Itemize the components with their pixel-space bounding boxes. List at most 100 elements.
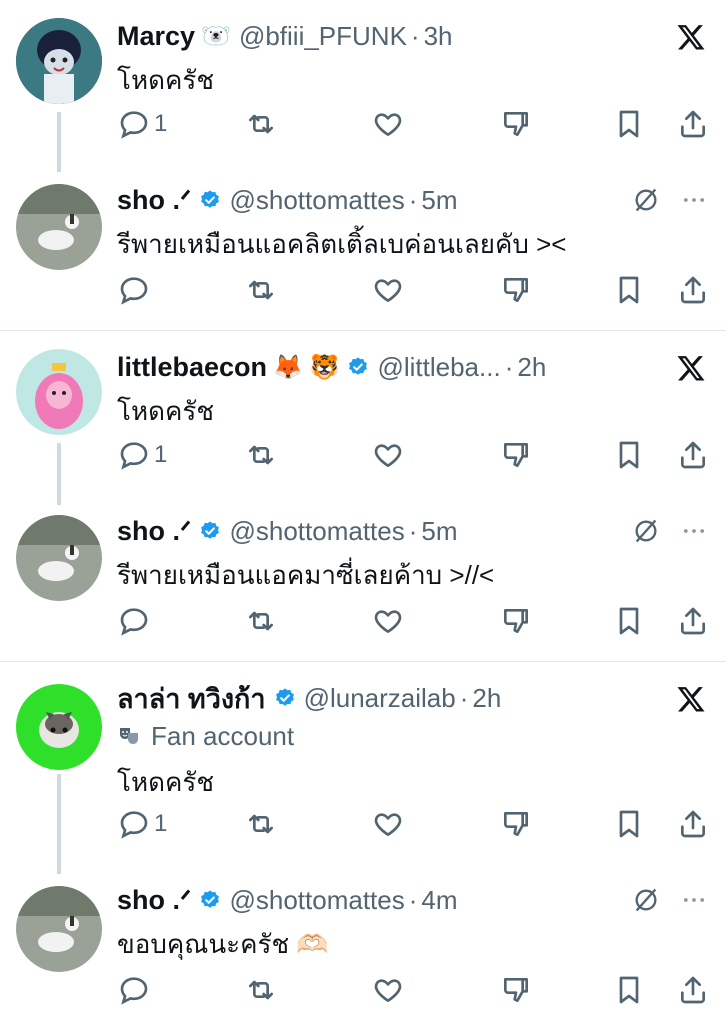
avatar[interactable] [16,886,102,972]
more-options-icon[interactable] [678,184,710,216]
bookmark-button[interactable] [613,435,645,475]
bookmark-button[interactable] [613,970,645,1010]
avatar[interactable] [16,684,102,770]
timestamp[interactable]: 2h [472,683,501,714]
retweet-button[interactable] [245,104,277,144]
retweet-button[interactable] [245,270,277,310]
reply-button[interactable] [118,270,150,310]
bookmark-button[interactable] [613,601,645,641]
username[interactable]: @lunarzailab [304,683,456,714]
hide-reply-icon[interactable] [630,515,662,547]
bookmark-button[interactable] [613,270,645,310]
avatar[interactable] [16,184,102,270]
heart-icon [374,979,402,1002]
like-button[interactable] [372,104,404,144]
tweet-actions: 1 [0,435,726,475]
separator-dot: · [408,884,418,915]
downvote-button[interactable] [500,104,532,144]
share-icon [681,276,705,304]
share-button[interactable] [677,435,709,475]
tweet-marcy[interactable]: Marcy 🐻‍❄️ @bfiii_PFUNK · 3h โหดครัช 1 [0,16,726,146]
reply-button[interactable]: 1 [118,435,167,475]
display-name[interactable]: littlebaecon [117,352,267,383]
tweet-littlebaecon[interactable]: littlebaecon 🦊 🐯 @littleba... · 2h โหดคร… [0,347,726,477]
username[interactable]: @littleba... [377,352,500,383]
reply-button[interactable]: 1 [118,804,167,844]
tweet-lala[interactable]: ลาล่า ทวิงก้า @lunarzailab · 2h Fan acco… [0,678,726,848]
bookmark-button[interactable] [613,104,645,144]
hide-reply-icon[interactable] [630,884,662,916]
retweet-button[interactable] [245,601,277,641]
reply-count: 1 [154,441,168,468]
verified-badge-icon [201,521,220,539]
downvote-button[interactable] [500,601,532,641]
like-button[interactable] [372,435,404,475]
display-name[interactable]: sho .ᐟ [117,185,191,216]
username[interactable]: @shottomattes [229,516,404,547]
tweet-text: โหดครัช [117,396,214,426]
timestamp[interactable]: 2h [517,352,546,383]
reply-button[interactable] [118,970,150,1010]
theater-masks-icon [120,728,138,744]
name-emoji: 🦊 🐯 [273,353,340,381]
like-button[interactable] [372,970,404,1010]
x-logo-icon[interactable] [674,682,708,716]
heart-icon [374,279,402,302]
thread-group-3: ลาล่า ทวิงก้า @lunarzailab · 2h Fan acco… [0,662,726,1024]
tweet-text: รีพายเหมือนแอคลิตเติ้ลเบค่อนเลยคับ >< [117,229,567,259]
timestamp[interactable]: 4m [421,885,457,916]
heart-icon [374,813,402,836]
more-options-icon[interactable] [678,515,710,547]
tweet-sho-reply-1[interactable]: sho .ᐟ @shottomattes · 5m รีพายเหมือนแอค… [0,182,726,312]
x-logo-icon[interactable] [674,351,708,385]
timestamp[interactable]: 3h [424,21,453,52]
downvote-button[interactable] [500,435,532,475]
username[interactable]: @bfiii_PFUNK [239,21,407,52]
downvote-button[interactable] [500,970,532,1010]
tweet-header: sho .ᐟ @shottomattes · 5m [117,513,458,549]
retweet-button[interactable] [245,435,277,475]
reply-icon [120,977,148,1005]
tweet-text: ขอบคุณนะครัช 🫶🏻 [117,929,329,959]
share-button[interactable] [677,970,709,1010]
thumbs-down-icon [504,443,528,467]
reply-button[interactable]: 1 [118,104,167,144]
tweet-sho-reply-3[interactable]: sho .ᐟ @shottomattes · 4m ขอบคุณนะครัช 🫶… [0,882,726,1022]
separator-dot: · [410,20,420,51]
share-button[interactable] [677,804,709,844]
avatar[interactable] [16,515,102,601]
share-button[interactable] [677,270,709,310]
retweet-button[interactable] [245,970,277,1010]
like-button[interactable] [372,601,404,641]
retweet-button[interactable] [245,804,277,844]
username[interactable]: @shottomattes [229,885,404,916]
reply-count: 1 [154,110,168,137]
tweet-text: โหดครัช [117,767,214,797]
hide-reply-icon[interactable] [630,184,662,216]
bookmark-button[interactable] [613,804,645,844]
name-emoji: 🐻‍❄️ [201,22,231,50]
share-icon [681,976,705,1004]
more-options-icon[interactable] [678,884,710,916]
downvote-button[interactable] [500,804,532,844]
like-button[interactable] [372,270,404,310]
x-logo-icon[interactable] [674,20,708,54]
downvote-button[interactable] [500,270,532,310]
display-name[interactable]: Marcy [117,21,195,52]
like-button[interactable] [372,804,404,844]
display-name[interactable]: sho .ᐟ [117,885,191,916]
display-name[interactable]: sho .ᐟ [117,516,191,547]
avatar[interactable] [16,349,102,435]
display-name[interactable]: ลาล่า ทวิงก้า [117,677,266,720]
timestamp[interactable]: 5m [421,185,457,216]
username[interactable]: @shottomattes [229,185,404,216]
share-button[interactable] [677,601,709,641]
reply-button[interactable] [118,601,150,641]
thread-group-1: Marcy 🐻‍❄️ @bfiii_PFUNK · 3h โหดครัช 1 [0,0,726,330]
timestamp[interactable]: 5m [421,516,457,547]
share-button[interactable] [677,104,709,144]
tweet-actions [0,970,726,1010]
tweet-sho-reply-2[interactable]: sho .ᐟ @shottomattes · 5m รีพายเหมือนแอค… [0,513,726,643]
fan-account-text: Fan account [151,720,295,751]
avatar[interactable] [16,18,102,104]
